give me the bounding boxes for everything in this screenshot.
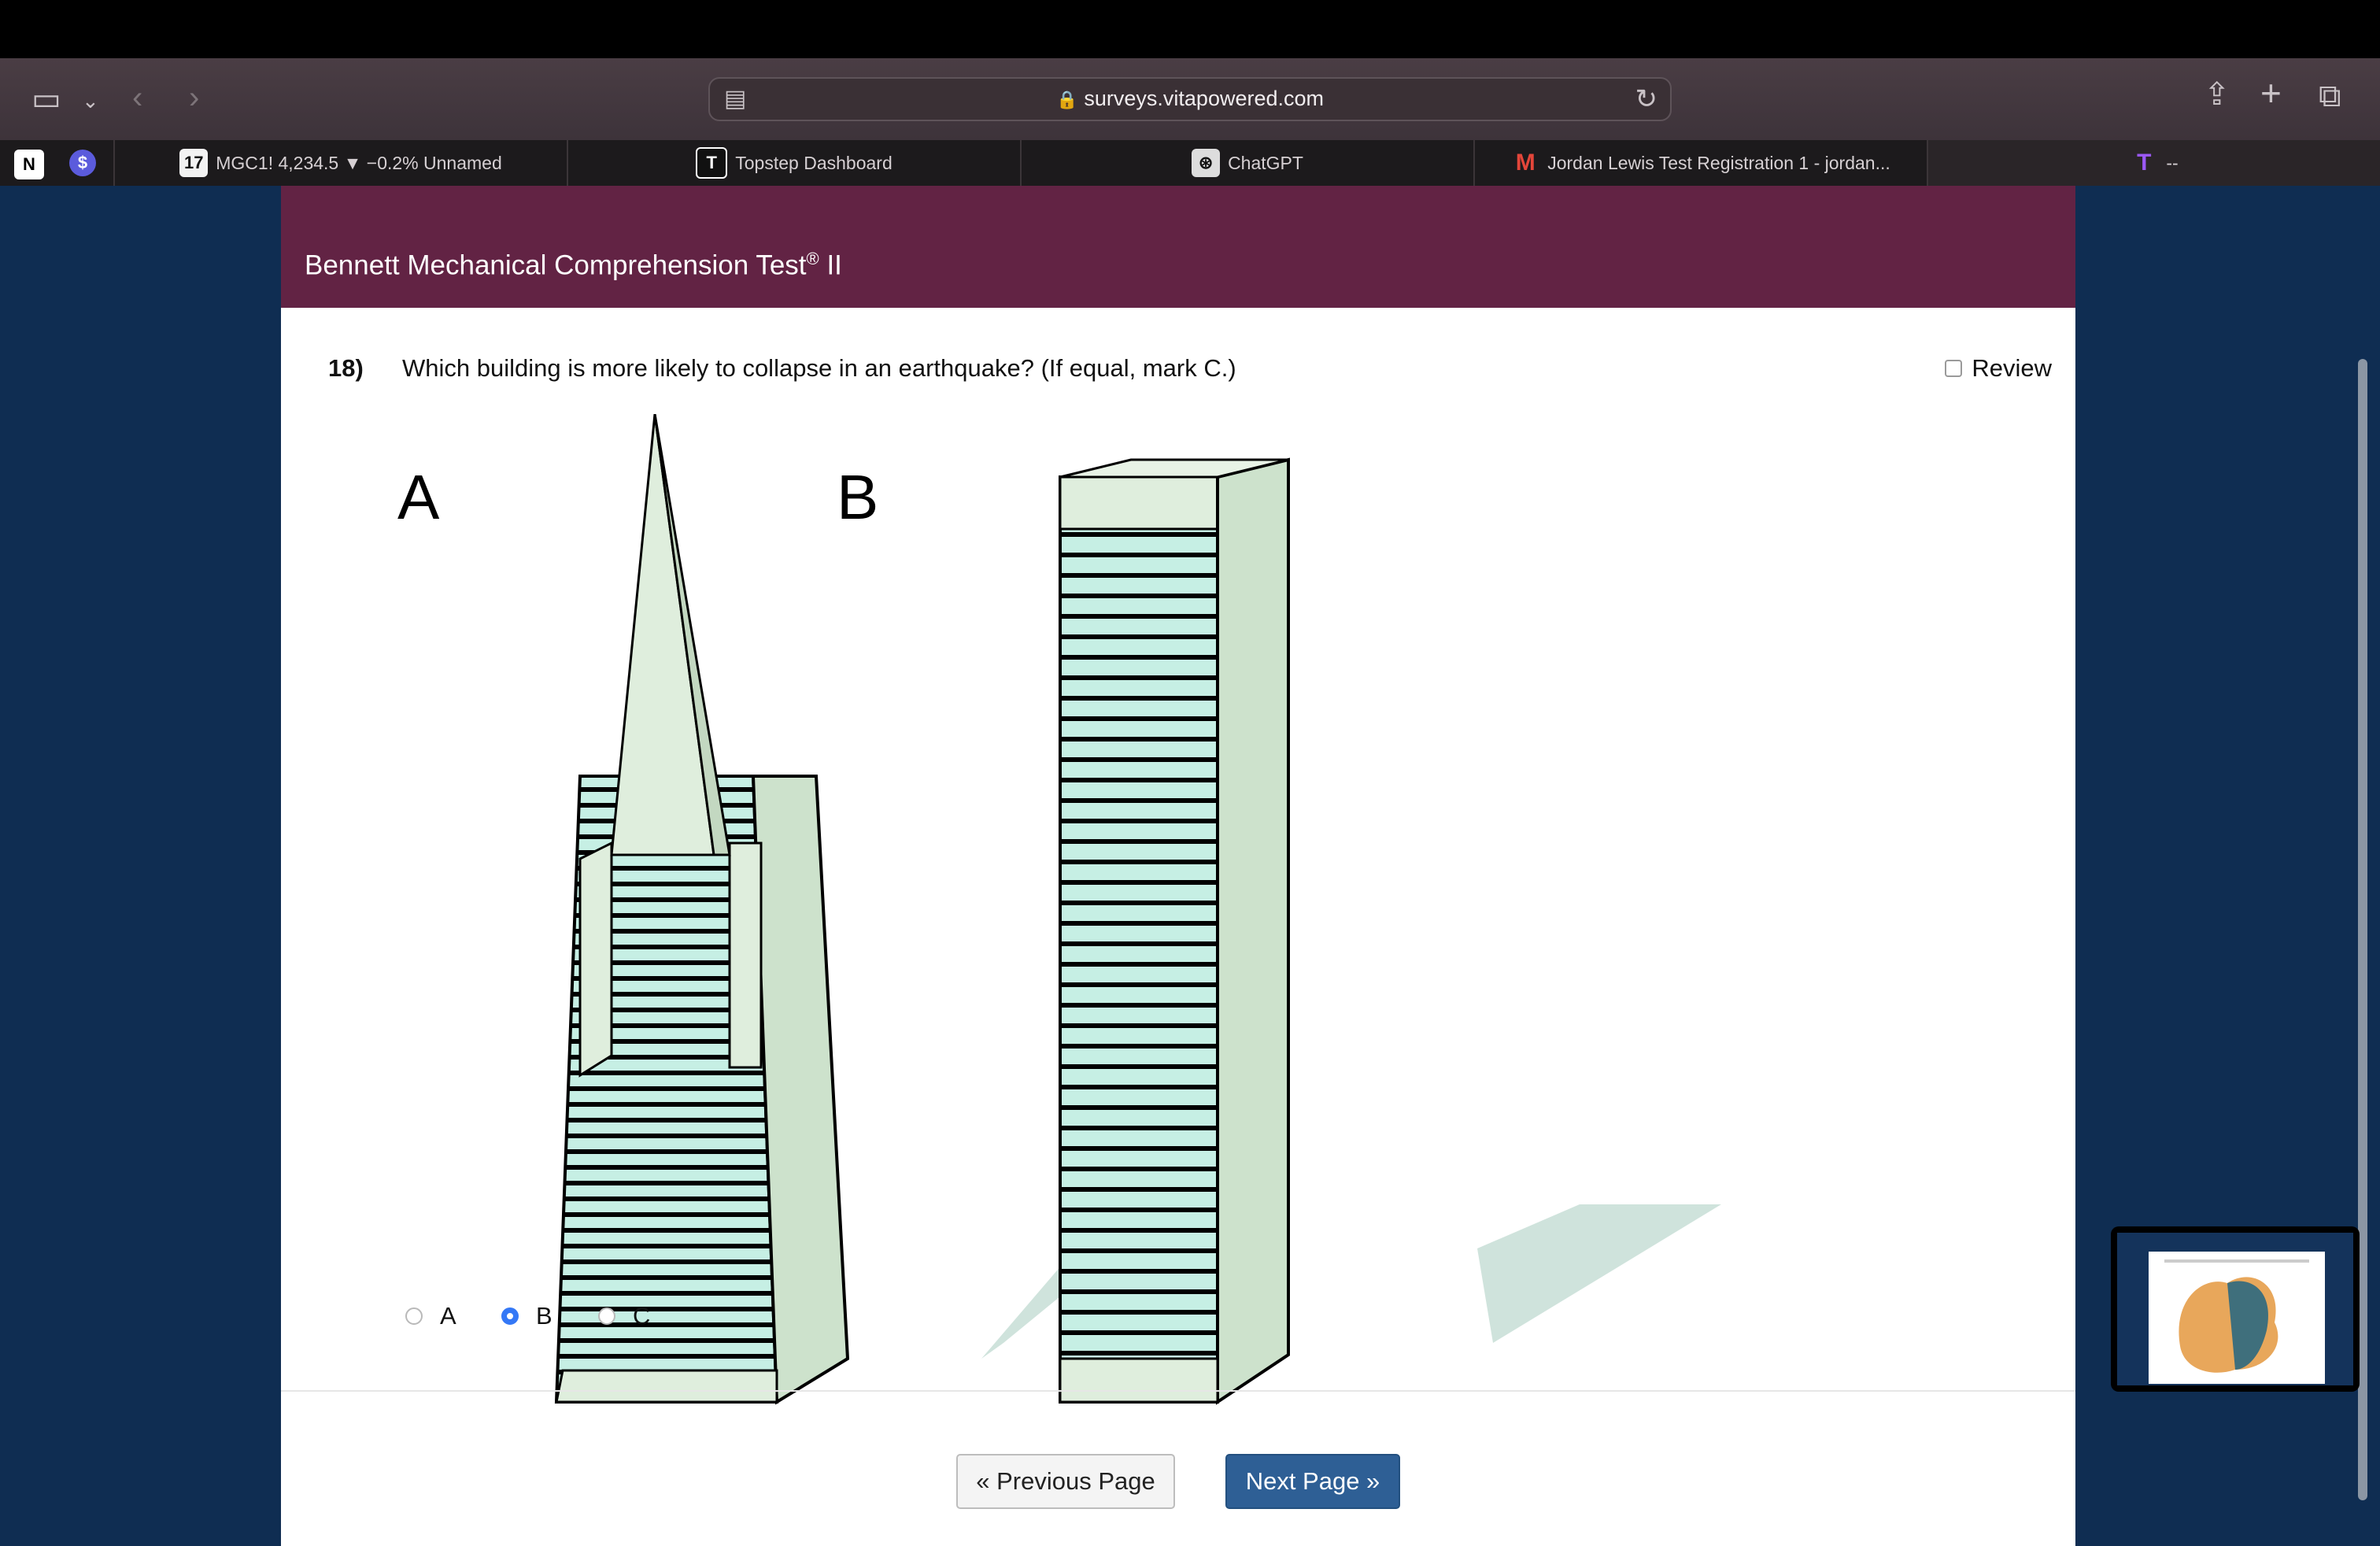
- next-page-button[interactable]: Next Page »: [1225, 1454, 1400, 1509]
- new-tab-icon[interactable]: +: [2260, 75, 2282, 111]
- building-b-top-band: [1059, 475, 1219, 531]
- review-label: Review: [1972, 354, 2052, 382]
- reload-icon[interactable]: ↻: [1635, 83, 1658, 115]
- radio-a[interactable]: [405, 1307, 423, 1325]
- topstep-icon: T: [696, 147, 728, 179]
- buildings-figure: A B: [383, 413, 1721, 1453]
- option-a[interactable]: A: [405, 1302, 456, 1330]
- chevron-down-icon[interactable]: ⌄: [82, 85, 99, 117]
- shadow-b: [1477, 1204, 1721, 1343]
- notion-icon[interactable]: N: [14, 150, 44, 179]
- tab-tradingview[interactable]: 17 MGC1! 4,234.5 ▼ −0.2% Unnamed: [113, 140, 567, 186]
- screenshot-thumbnail[interactable]: [2111, 1226, 2360, 1392]
- tab-topstep[interactable]: T Topstep Dashboard: [567, 140, 1020, 186]
- figure-label-a: A: [397, 462, 440, 532]
- survey-panel: Bennett Mechanical Comprehension Test® I…: [281, 186, 2075, 1546]
- tab-bar: N $ 17 MGC1! 4,234.5 ▼ −0.2% Unnamed T T…: [0, 140, 2380, 187]
- gmail-icon: M: [1515, 150, 1536, 176]
- radio-c[interactable]: [598, 1307, 615, 1325]
- building-b-side: [1216, 457, 1290, 1405]
- browser-toolbar: ▭ ⌄ ‹ › ▤ 🔒 surveys.vitapowered.com ↻ ⇪ +…: [0, 58, 2380, 140]
- tradingview-icon: 17: [179, 149, 209, 177]
- tab-active[interactable]: T --: [1927, 140, 2380, 186]
- building-b-base: [1059, 1357, 1219, 1404]
- back-icon[interactable]: ‹: [132, 82, 142, 113]
- previous-page-button[interactable]: « Previous Page: [956, 1454, 1175, 1509]
- thumbnail-image: [2164, 1259, 2309, 1373]
- option-c[interactable]: C: [598, 1302, 650, 1330]
- menu-bar: [0, 0, 2380, 58]
- figure-label-b: B: [837, 462, 879, 532]
- url-text: surveys.vitapowered.com: [1084, 87, 1325, 110]
- test-banner: Bennett Mechanical Comprehension Test® I…: [281, 186, 2075, 308]
- building-a-wing-left: [578, 841, 613, 1078]
- checkbox-icon[interactable]: [1945, 360, 1963, 377]
- t-icon: T: [2137, 150, 2152, 176]
- building-a-wing-right: [728, 841, 763, 1069]
- dollar-icon[interactable]: $: [69, 150, 96, 176]
- buildings-illustration: [554, 413, 1721, 1405]
- building-b-face: [1059, 475, 1219, 1404]
- radio-b[interactable]: [501, 1307, 519, 1325]
- address-bar[interactable]: ▤ 🔒 surveys.vitapowered.com ↻: [708, 77, 1672, 121]
- building-a-base: [555, 1369, 778, 1404]
- option-b[interactable]: B: [501, 1302, 552, 1330]
- question-number: 18): [328, 354, 364, 382]
- share-icon[interactable]: ⇪: [2204, 79, 2230, 110]
- question-text: Which building is more likely to collaps…: [402, 354, 1236, 382]
- sidebar-icon[interactable]: ▭: [31, 83, 61, 115]
- divider: [281, 1390, 2075, 1392]
- tab-gmail[interactable]: M Jordan Lewis Test Registration 1 - jor…: [1473, 140, 1927, 186]
- review-checkbox[interactable]: Review: [1945, 354, 2052, 383]
- tab-overview-icon[interactable]: ⧉: [2319, 80, 2341, 112]
- forward-icon[interactable]: ›: [189, 82, 199, 113]
- lock-icon: 🔒: [1055, 90, 1078, 109]
- tab-chatgpt[interactable]: ⊛ ChatGPT: [1020, 140, 1473, 186]
- chatgpt-icon: ⊛: [1192, 149, 1221, 177]
- test-title: Bennett Mechanical Comprehension Test® I…: [305, 249, 842, 281]
